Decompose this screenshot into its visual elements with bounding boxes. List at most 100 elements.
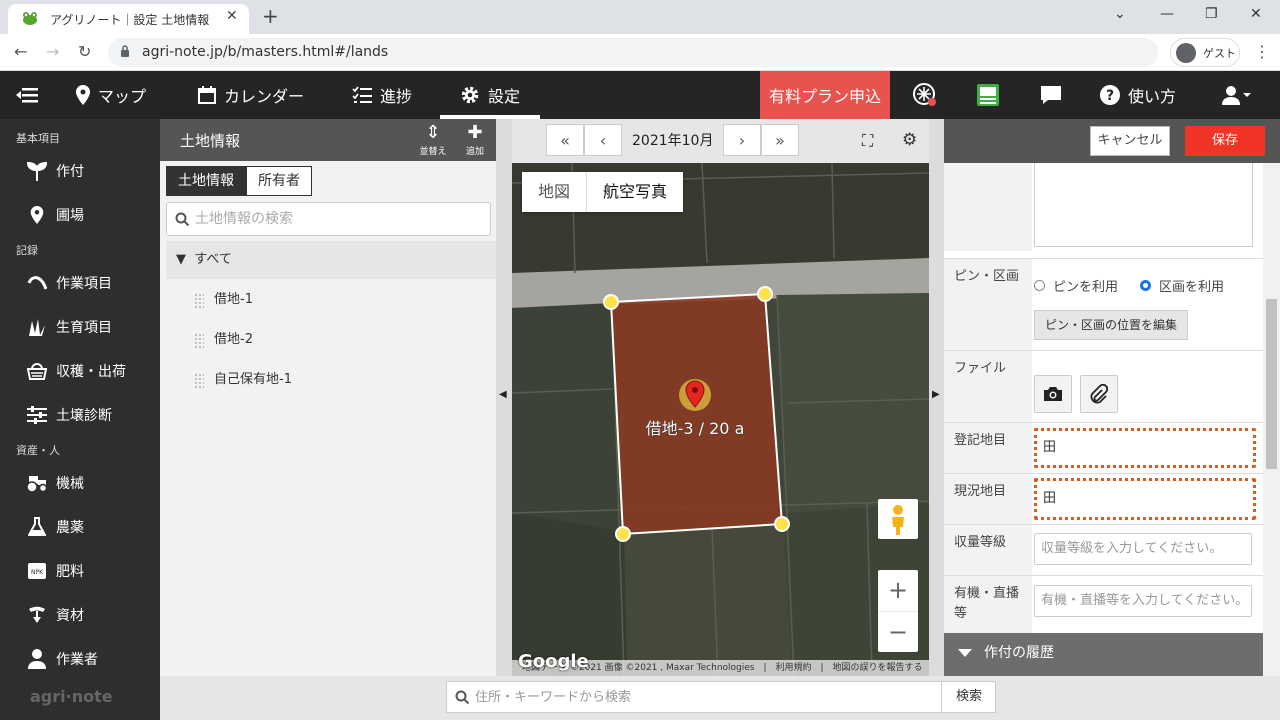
sidebar-group-record: 記録 [16, 244, 38, 257]
drag-handle-icon[interactable] [194, 293, 204, 309]
street-view-button[interactable] [878, 499, 918, 539]
vertex-handle[interactable] [757, 286, 773, 302]
sort-label: 並替え [419, 147, 447, 157]
sidebar-item-pesticide[interactable]: 農薬 [26, 517, 84, 537]
zoom-in-button[interactable]: + [878, 570, 918, 611]
nav-progress-label: 進捗 [380, 87, 413, 106]
nav-settings[interactable]: 設定 [460, 71, 520, 119]
upgrade-plan-button[interactable]: 有料プラン申込 [760, 71, 890, 119]
map-type-roadmap[interactable]: 地図 [522, 172, 586, 212]
list-item[interactable]: 借地-2 [166, 321, 496, 359]
chat-button[interactable] [1040, 71, 1070, 119]
nav-calendar[interactable]: カレンダー [198, 71, 304, 119]
add-button[interactable]: ✚ 追加 [458, 122, 492, 157]
prev-year-button[interactable]: « [546, 124, 584, 156]
land-search-input[interactable] [195, 209, 475, 229]
map-settings-gear-icon[interactable]: ⚙ [902, 130, 917, 150]
land-form: ピン・区画 ピンを利用 区画を利用 ピン・区画の位置を編集 ファイル 登記地目 … [944, 163, 1263, 676]
vertex-handle[interactable] [774, 516, 790, 532]
back-icon[interactable]: ← [14, 42, 27, 61]
drag-handle-icon[interactable] [194, 373, 204, 389]
sort-button[interactable]: ⇕ 並替え [416, 122, 450, 157]
pegman-icon [892, 505, 904, 535]
add-label: 追加 [465, 147, 484, 157]
map-marker-icon[interactable] [679, 379, 711, 411]
registered-type-field[interactable]: 田 [1034, 428, 1256, 468]
search-icon [455, 690, 469, 704]
next-month-button[interactable]: › [723, 124, 761, 156]
attach-file-button[interactable] [1080, 375, 1118, 413]
reload-icon[interactable]: ↻ [78, 42, 91, 61]
tab-search-icon[interactable]: ⌄ [1114, 6, 1126, 22]
radio-use-area[interactable]: 区画を利用 [1140, 276, 1224, 295]
map-type-satellite[interactable]: 航空写真 [586, 172, 683, 212]
forward-icon[interactable]: → [46, 42, 59, 61]
sidebar-group-basic: 基本項目 [16, 132, 60, 145]
organic-input[interactable]: 有機・直播等を入力してください。 [1034, 585, 1252, 617]
land-parcel-polygon[interactable] [609, 292, 784, 536]
tree-all-node[interactable]: ▼ すべて [166, 241, 496, 279]
next-year-button[interactable]: » [761, 124, 799, 156]
cancel-button[interactable]: キャンセル [1090, 126, 1170, 156]
new-tab-icon[interactable]: + [262, 4, 279, 28]
sidebar-item-material[interactable]: 資材 [26, 605, 84, 625]
edit-pin-area-button[interactable]: ピン・区画の位置を編集 [1034, 310, 1188, 340]
prev-month-button[interactable]: ‹ [584, 124, 622, 156]
tab-owner[interactable]: 所有者 [246, 166, 312, 196]
drag-handle-icon[interactable] [194, 333, 204, 349]
fullscreen-icon[interactable]: ⛶ [862, 131, 873, 151]
current-type-field[interactable]: 田 [1034, 478, 1256, 520]
sidebar-item-worker[interactable]: 作業者 [26, 649, 98, 669]
vertex-handle[interactable] [615, 526, 631, 542]
sidebar-item-field[interactable]: 圃場 [26, 205, 84, 225]
crop-history-section[interactable]: 作付の履歴 [944, 633, 1263, 676]
address-search-input[interactable] [475, 687, 935, 707]
sidebar-item-work[interactable]: 作業項目 [26, 273, 112, 293]
collapse-right-panel[interactable]: ▶ [929, 119, 944, 676]
npk-bag-icon: NPK [28, 563, 46, 579]
radio-use-pin[interactable]: ピンを利用 [1034, 276, 1118, 295]
sidebar-item-machine[interactable]: 機械 [26, 473, 84, 493]
profile-label: ゲスト [1203, 47, 1236, 60]
tab-land-info[interactable]: 土地情報 [166, 166, 246, 196]
sickle-icon [27, 276, 47, 290]
field-book-button[interactable] [976, 71, 1008, 119]
sidebar-item-fertilizer[interactable]: NPK 肥料 [26, 561, 84, 581]
save-button[interactable]: 保存 [1185, 126, 1265, 156]
user-menu-button[interactable] [1222, 71, 1260, 119]
search-button[interactable]: 検索 [941, 682, 996, 712]
list-item[interactable]: 自己保有地-1 [166, 361, 496, 399]
yield-grade-input[interactable]: 収量等級を入力してください。 [1034, 533, 1252, 565]
collapse-left-panel[interactable]: ◀ [496, 119, 512, 676]
map-view[interactable]: 借地-3 / 20 a 地図 航空写真 + − 地図データ ©2021 画像 ©… [512, 163, 929, 676]
sidebar-item-crop[interactable]: 作付 [26, 161, 84, 181]
radio-label: ピンを利用 [1053, 280, 1119, 295]
memo-textarea[interactable] [1034, 163, 1253, 247]
vertex-handle[interactable] [603, 294, 619, 310]
profile-button[interactable]: ゲスト [1170, 38, 1240, 67]
sidebar-item-harvest[interactable]: 収穫・出荷 [26, 361, 126, 381]
grass-icon [29, 319, 45, 336]
collapse-menu-icon [16, 88, 38, 103]
nav-map[interactable]: マップ [76, 71, 146, 119]
zoom-out-button[interactable]: − [878, 611, 918, 652]
scrollbar-thumb[interactable] [1266, 299, 1277, 469]
form-scrollbar[interactable] [1263, 163, 1280, 676]
browser-menu-icon[interactable]: ⋮ [1254, 42, 1270, 61]
maximize-icon[interactable]: ❐ [1205, 6, 1218, 22]
menu-toggle-button[interactable] [16, 71, 46, 119]
nav-progress[interactable]: 進捗 [352, 71, 412, 119]
window-close-icon[interactable]: ✕ [1250, 6, 1262, 22]
browser-tab[interactable]: アグリノート｜設定 土地情報 ✕ [8, 4, 249, 34]
list-item[interactable]: 借地-1 [166, 281, 496, 319]
camera-button[interactable] [1034, 375, 1072, 413]
notification-button[interactable] [912, 71, 946, 119]
organic-label: 有機・直播等 [944, 576, 1032, 633]
help-button[interactable]: ? 使い方 [1100, 71, 1176, 119]
sidebar-item-growth[interactable]: 生育項目 [26, 317, 112, 337]
sidebar-item-soil[interactable]: 土壌診断 [26, 405, 112, 425]
minimize-icon[interactable]: — [1160, 6, 1174, 22]
sidebar-item-label: 生育項目 [56, 320, 112, 336]
tab-close-icon[interactable]: ✕ [226, 8, 238, 24]
address-bar[interactable]: agri-note.jp/b/masters.html#/lands [108, 38, 1158, 67]
